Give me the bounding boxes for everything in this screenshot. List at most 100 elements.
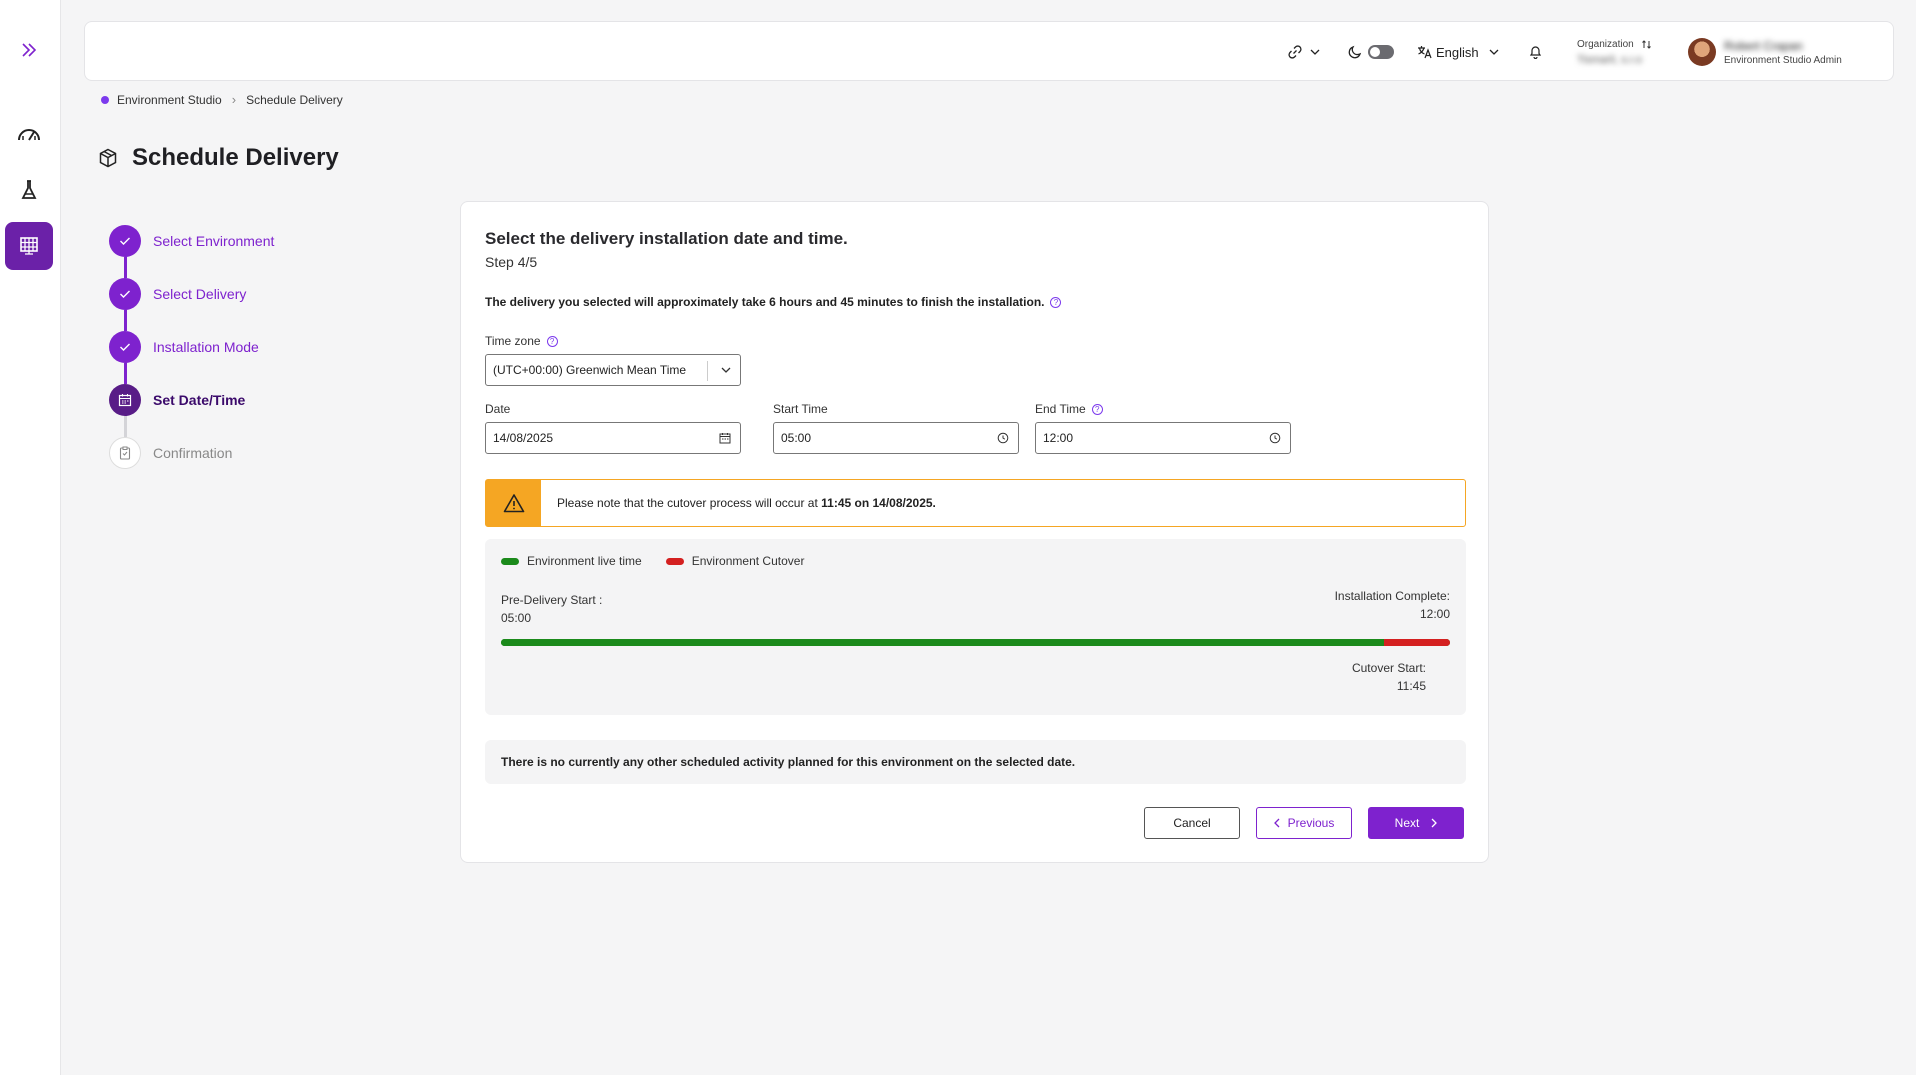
user-role: Environment Studio Admin — [1724, 54, 1842, 66]
step-label: Installation Mode — [153, 339, 259, 355]
breadcrumb: Environment Studio › Schedule Delivery — [101, 92, 343, 107]
timezone-label-wrap: Time zone ? — [485, 334, 558, 348]
pre-delivery-label: Pre-Delivery Start : — [501, 593, 603, 607]
step-indicator — [109, 331, 141, 363]
step-set-date-time[interactable]: Set Date/Time — [109, 384, 369, 416]
breadcrumb-root[interactable]: Environment Studio — [117, 93, 222, 107]
pre-delivery-time: 05:00 — [501, 611, 532, 625]
timezone-label: Time zone — [485, 334, 541, 348]
legend-swatch-live — [501, 557, 519, 565]
date-label: Date — [485, 402, 511, 416]
end-time-field[interactable]: 12:00 — [1035, 422, 1291, 454]
end-time-label: End Time — [1035, 402, 1086, 416]
end-time-value: 12:00 — [1043, 431, 1074, 445]
organization-name: Tismarli, s.r.o — [1577, 53, 1642, 66]
legend-swatch-cutover — [665, 557, 684, 565]
user-name: Robert Crapan — [1724, 38, 1803, 53]
live-time-segment — [501, 639, 1384, 646]
rail-item-environments[interactable] — [5, 222, 53, 270]
step-label: Set Date/Time — [153, 392, 246, 408]
language-select[interactable]: English — [1417, 22, 1499, 82]
select-divider — [707, 361, 708, 381]
step-label: Select Environment — [153, 233, 275, 249]
timeline-bar — [501, 639, 1450, 646]
legend-live-label: Environment live time — [527, 554, 642, 568]
cutover-segment — [1383, 639, 1450, 646]
user-menu[interactable]: Robert Crapan Environment Studio Admin — [1688, 22, 1842, 82]
expand-rail-button[interactable] — [5, 26, 53, 74]
rail-item-dashboard[interactable] — [5, 110, 53, 158]
cutover-alert: Please note that the cutover process wil… — [485, 479, 1466, 527]
step-indicator — [109, 225, 141, 257]
dark-mode-switch[interactable] — [1368, 45, 1394, 59]
clock-icon[interactable] — [1269, 432, 1281, 444]
timezone-value: (UTC+00:00) Greenwich Mean Time — [493, 363, 687, 377]
step-label: Select Delivery — [153, 286, 247, 302]
cancel-button[interactable]: Cancel — [1144, 807, 1240, 839]
check-icon — [120, 237, 130, 245]
clipboard-icon — [119, 446, 131, 460]
organization-label: Organization — [1577, 38, 1634, 50]
step-select-environment[interactable]: Select Environment — [109, 225, 369, 257]
breadcrumb-current: Schedule Delivery — [246, 92, 343, 107]
start-time-field[interactable]: 05:00 — [773, 422, 1019, 454]
install-complete-label: Installation Complete: — [1334, 589, 1450, 603]
step-select-delivery[interactable]: Select Delivery — [109, 278, 369, 310]
warning-icon — [503, 494, 524, 513]
link-menu[interactable] — [1288, 22, 1320, 82]
alert-icon-box — [486, 480, 541, 526]
step-indicator — [109, 278, 141, 310]
installation-timeline: Environment live time Environment Cutove… — [485, 539, 1466, 715]
step-indicator — [109, 384, 141, 416]
help-icon[interactable]: ? — [546, 335, 558, 347]
alert-text: Please note that the cutover process wil… — [557, 496, 936, 510]
date-field[interactable]: 14/08/2025 — [485, 422, 741, 454]
calendar-icon[interactable] — [719, 432, 731, 444]
clock-icon[interactable] — [997, 432, 1009, 444]
card-title: Select the delivery installation date an… — [485, 229, 848, 248]
check-icon — [120, 343, 130, 351]
grid-monitor-icon — [20, 237, 38, 255]
side-rail — [0, 0, 61, 1075]
no-activity-info: There is no currently any other schedule… — [485, 740, 1466, 784]
help-icon[interactable]: ? — [1091, 403, 1103, 415]
chevron-right-icon: › — [231, 92, 237, 107]
install-complete-time: 12:00 — [1419, 607, 1450, 621]
organization-switcher[interactable]: Organization Tismarli, s.r.o — [1577, 22, 1651, 82]
help-icon[interactable]: ? — [1050, 296, 1062, 308]
step-counter: Step 4/5 — [485, 254, 538, 270]
notifications-button[interactable] — [1529, 22, 1542, 82]
chevron-right-icon — [1431, 818, 1438, 828]
swap-icon — [1641, 39, 1651, 49]
page-header: Schedule Delivery — [98, 144, 339, 172]
next-button[interactable]: Next — [1368, 807, 1464, 839]
theme-toggle[interactable] — [1348, 22, 1394, 82]
gauge-icon — [18, 129, 40, 141]
alert-datetime: 11:45 on 14/08/2025. — [821, 496, 936, 510]
previous-button[interactable]: Previous — [1256, 807, 1352, 839]
step-label: Confirmation — [153, 445, 233, 461]
chevron-down-icon — [1310, 49, 1320, 55]
timezone-select[interactable]: (UTC+00:00) Greenwich Mean Time — [485, 354, 741, 386]
breadcrumb-dot — [101, 95, 109, 104]
timeline-legend: Environment live time Environment Cutove… — [501, 554, 804, 568]
check-icon — [120, 290, 130, 298]
page-title: Schedule Delivery — [132, 144, 339, 171]
date-value: 14/08/2025 — [493, 431, 554, 445]
duration-note-text: The delivery you selected will approxima… — [485, 295, 1045, 309]
link-icon — [1288, 45, 1302, 59]
avatar — [1688, 38, 1716, 66]
calendar-icon — [118, 394, 132, 407]
installation-complete: Installation Complete: 12:00 — [1335, 587, 1450, 623]
legend-cutover-label: Environment Cutover — [691, 554, 805, 568]
flask-icon — [21, 180, 37, 199]
step-installation-mode[interactable]: Installation Mode — [109, 331, 369, 363]
rail-item-flask[interactable] — [5, 166, 53, 214]
previous-label: Previous — [1287, 816, 1335, 830]
step-connector — [124, 363, 127, 384]
cutover-start-label: Cutover Start: — [1351, 661, 1426, 675]
start-time-value: 05:00 — [781, 431, 812, 445]
step-indicator — [109, 437, 141, 469]
double-chevron-right-icon — [22, 43, 37, 57]
step-confirmation[interactable]: Confirmation — [109, 437, 369, 469]
